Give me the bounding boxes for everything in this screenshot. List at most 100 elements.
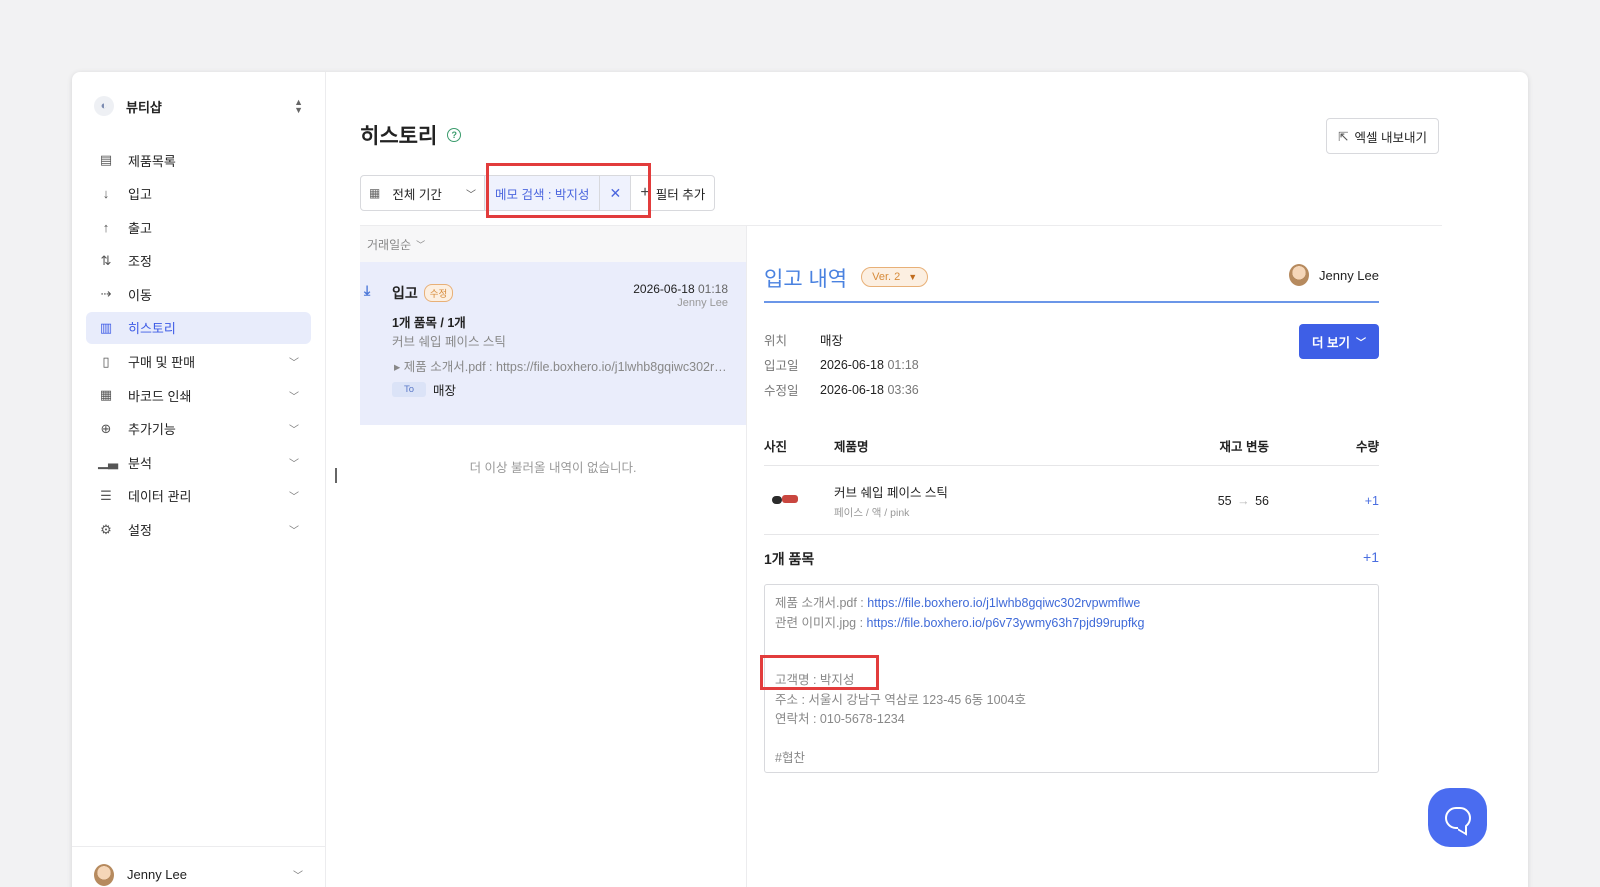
highlight-box bbox=[760, 655, 879, 690]
chat-icon bbox=[1444, 806, 1471, 829]
list-item[interactable]: ⤓ 입고 수정 2026-06-18 01:18 Jenny Lee 1개 품목… bbox=[360, 262, 746, 425]
chevron-down-icon: ﹀ bbox=[289, 425, 299, 437]
sidebar-item-label: 바코드 인쇄 bbox=[128, 388, 192, 404]
stock-in-icon: ⤓ bbox=[364, 282, 371, 298]
sidebar-item-label: 구매 및 판매 bbox=[128, 355, 196, 371]
col-photo: 사진 bbox=[764, 440, 788, 454]
updown-toggle-icon[interactable]: ▲ ▼ bbox=[294, 98, 303, 115]
version-label: Ver. 2 bbox=[872, 271, 901, 283]
avatar bbox=[1289, 264, 1309, 286]
col-name: 제품명 bbox=[834, 440, 869, 454]
stock-to: 56 bbox=[1255, 493, 1269, 508]
memo-spacer bbox=[775, 730, 1368, 749]
product-option: 페이스 / 액 / pink bbox=[834, 506, 910, 519]
meta-label: 위치 bbox=[764, 334, 788, 348]
sidebar-item-move[interactable]: ⇢ 이동 bbox=[86, 278, 311, 310]
item-count: 1개 품목 bbox=[764, 551, 815, 567]
sidebar-item-adjust[interactable]: ⇅ 조정 bbox=[86, 245, 311, 277]
quantity: +1 bbox=[1364, 493, 1379, 508]
more-button[interactable]: 더 보기 ﹀ bbox=[1299, 324, 1379, 359]
sidebar-item-label: 추가기능 bbox=[128, 422, 176, 438]
user-menu[interactable]: Jenny Lee ﹀ bbox=[72, 846, 325, 887]
sidebar-item-purchase-sales[interactable]: ▯ 구매 및 판매 ﹀ bbox=[86, 346, 311, 378]
barcode-icon: ▦ bbox=[99, 387, 113, 403]
product-info: 커브 쉐입 페이스 스틱 페이스 / 액 / pink bbox=[834, 482, 1169, 520]
sidebar-item-stock-in[interactable]: ↓ 입고 bbox=[86, 178, 311, 210]
meta-value: 2026-06-18 03:36 bbox=[820, 383, 919, 397]
help-icon[interactable]: ? bbox=[447, 128, 462, 142]
history-icon: ▥ bbox=[99, 319, 113, 335]
sidebar-item-label: 출고 bbox=[128, 220, 152, 236]
highlight-box bbox=[486, 163, 651, 218]
page-title-text: 히스토리 bbox=[360, 125, 438, 148]
sidebar-item-data[interactable]: ☰ 데이터 관리 ﹀ bbox=[86, 480, 311, 512]
chat-support-button[interactable] bbox=[1428, 788, 1487, 847]
sidebar-item-products[interactable]: ▤ 제품목록 bbox=[86, 144, 311, 176]
sidebar-item-settings[interactable]: ⚙ 설정 ﹀ bbox=[86, 514, 311, 546]
item-count-row: 1개 품목 +1 bbox=[764, 549, 1379, 569]
item-count-qty: +1 bbox=[1363, 549, 1379, 565]
detail-user: Jenny Lee bbox=[1289, 264, 1379, 286]
memo-link[interactable]: https://file.boxhero.io/p6v73ywmy63h7pjd… bbox=[867, 616, 1145, 630]
user-name: Jenny Lee bbox=[127, 867, 187, 882]
sidebar-nav: ▤ 제품목록 ↓ 입고 ↑ 출고 ⇅ 조정 ⇢ 이동 ▥ 히스토리 ▯ 구매 및… bbox=[86, 144, 311, 547]
received-date: 2026-06-18 bbox=[820, 357, 884, 372]
received-time: 01:18 bbox=[887, 357, 919, 372]
arrow-down-icon: ↓ bbox=[102, 186, 110, 202]
avatar bbox=[94, 863, 114, 886]
shop-name: 뷰티샵 bbox=[126, 99, 162, 115]
sidebar-item-label: 제품목록 bbox=[128, 153, 176, 169]
table-row[interactable]: 커브 쉐입 페이스 스틱 페이스 / 액 / pink 55 → 56 +1 bbox=[764, 467, 1379, 535]
sidebar-item-history[interactable]: ▥ 히스토리 bbox=[86, 311, 311, 344]
product-name: 커브 쉐입 페이스 스틱 bbox=[834, 485, 948, 500]
meta-label: 입고일 bbox=[764, 359, 799, 373]
memo-line: 제품 소개서.pdf : https://file.boxhero.io/j1l… bbox=[775, 594, 1368, 614]
stock-from: 55 bbox=[1217, 493, 1232, 508]
sidebar-item-barcode[interactable]: ▦ 바코드 인쇄 ﹀ bbox=[86, 379, 311, 411]
to-tag: To bbox=[392, 382, 426, 397]
meta-location: 위치 매장 bbox=[764, 327, 919, 352]
sidebar-item-label: 입고 bbox=[128, 187, 152, 203]
calendar-icon: ▦ bbox=[369, 186, 381, 200]
chevron-down-icon: ﹀ bbox=[289, 458, 299, 470]
chart-icon: ▁▃ bbox=[98, 454, 118, 470]
chevron-down-icon: ﹀ bbox=[289, 526, 299, 538]
memo-link[interactable]: https://file.boxhero.io/j1lwhb8gqiwc302r… bbox=[867, 596, 1140, 610]
arrows-updown-icon: ⇅ bbox=[100, 252, 112, 268]
sidebar: ◐ 뷰티샵 ▲ ▼ ▤ 제품목록 ↓ 입고 ↑ 출고 ⇅ 조정 ⇢ 이동 ▥ 히… bbox=[72, 72, 326, 887]
sidebar-item-label: 설정 bbox=[128, 523, 152, 539]
plus-circle-icon: ⊕ bbox=[100, 420, 112, 436]
sidebar-item-label: 조정 bbox=[128, 254, 152, 270]
shop-switcher[interactable]: ◐ 뷰티샵 ▲ ▼ bbox=[94, 94, 303, 118]
text-cursor bbox=[335, 468, 337, 483]
chevron-down-icon: ﹀ bbox=[293, 871, 303, 882]
version-dropdown[interactable]: Ver. 2 ▼ bbox=[861, 267, 929, 287]
no-more-text: 더 이상 불러올 내역이 없습니다. bbox=[469, 461, 637, 475]
entry-time: 01:18 bbox=[697, 282, 728, 296]
chevron-down-icon: ﹀ bbox=[1355, 338, 1366, 349]
modified-date: 2026-06-18 bbox=[820, 382, 884, 397]
entry-destination: To 매장 bbox=[392, 380, 456, 399]
meta-value: 매장 bbox=[820, 334, 844, 348]
sidebar-item-addons[interactable]: ⊕ 추가기능 ﹀ bbox=[86, 413, 311, 445]
modified-time: 03:36 bbox=[887, 382, 919, 397]
box-icon: ▤ bbox=[99, 152, 113, 167]
sidebar-item-stock-out[interactable]: ↑ 출고 bbox=[86, 211, 311, 243]
memo-tag: #협찬 bbox=[775, 750, 805, 765]
arrow-right-icon: → bbox=[1237, 493, 1250, 508]
caret-down-icon: ▼ bbox=[908, 272, 918, 282]
chevron-down-icon: ﹀ bbox=[289, 391, 299, 403]
product-thumbnail bbox=[764, 493, 834, 508]
memo-attachment-label: 관련 이미지.jpg : bbox=[775, 615, 867, 630]
meta-value: 2026-06-18 01:18 bbox=[820, 358, 919, 372]
chevron-down-icon: ﹀ bbox=[466, 189, 476, 201]
export-excel-button[interactable]: ⇱ 엑셀 내보내기 bbox=[1326, 118, 1439, 154]
sort-label: 거래일순 bbox=[367, 237, 412, 252]
status-badge: 수정 bbox=[423, 284, 454, 302]
memo-address: 주소 : 서울시 강남구 역삼로 123-45 6동 1004호 bbox=[775, 692, 1026, 707]
entry-memo: ▸ 제품 소개서.pdf : https://file.boxhero.io/j… bbox=[394, 360, 730, 374]
arrow-right-dashed-icon: ⇢ bbox=[100, 286, 112, 302]
sort-dropdown[interactable]: 거래일순 ﹀ bbox=[360, 226, 746, 262]
period-filter[interactable]: ▦ 전체 기간 ﹀ bbox=[360, 175, 485, 211]
sidebar-item-analytics[interactable]: ▁▃ 분석 ﹀ bbox=[86, 446, 311, 478]
